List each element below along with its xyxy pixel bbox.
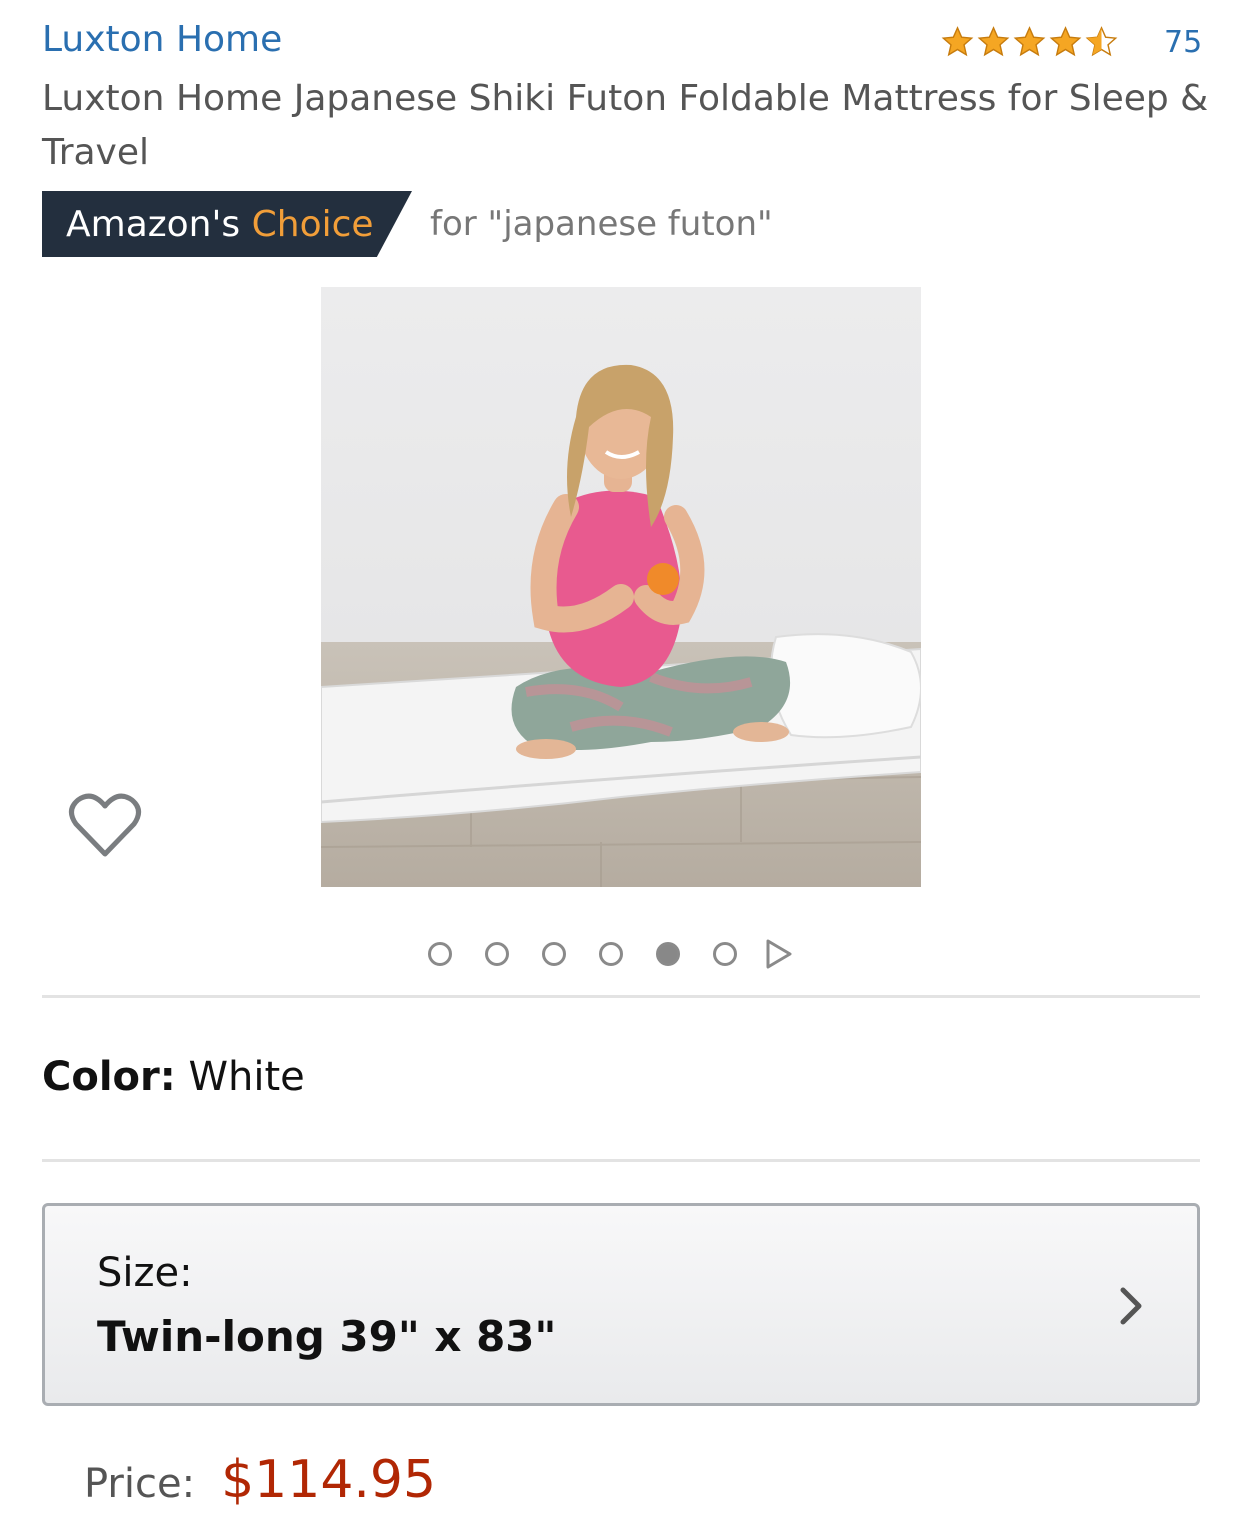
- chevron-right-icon: [1120, 1287, 1142, 1325]
- carousel-dot-active[interactable]: [656, 942, 680, 966]
- price-label: Price:: [84, 1461, 196, 1507]
- badge-context: for "japanese futon": [430, 204, 773, 244]
- badge-highlight: Choice: [251, 203, 374, 245]
- color-label: Color:: [42, 1054, 176, 1100]
- heart-outline-icon[interactable]: [68, 790, 142, 860]
- star-icon: [1049, 26, 1082, 57]
- badge-prefix: Amazon's: [66, 203, 241, 245]
- product-image[interactable]: [321, 287, 921, 887]
- carousel-dot[interactable]: [599, 942, 623, 966]
- carousel-indicator: [428, 937, 794, 971]
- size-label: Size:: [97, 1250, 193, 1296]
- product-title: Luxton Home Japanese Shiki Futon Foldabl…: [42, 78, 1209, 173]
- half-star-icon: [1085, 26, 1118, 57]
- rating-summary[interactable]: 75: [940, 20, 1202, 64]
- carousel-dot[interactable]: [485, 942, 509, 966]
- divider: [42, 1159, 1200, 1162]
- review-count[interactable]: 75: [1164, 25, 1202, 60]
- brand-link[interactable]: Luxton Home: [42, 16, 282, 64]
- color-value: White: [188, 1054, 305, 1100]
- star-icon: [941, 26, 974, 57]
- carousel-dot[interactable]: [542, 942, 566, 966]
- divider: [42, 995, 1200, 998]
- star-icon: [977, 26, 1010, 57]
- carousel-dot[interactable]: [428, 942, 452, 966]
- amazons-choice-badge: Amazon's Choice: [42, 191, 412, 257]
- star-rating: [940, 25, 1120, 59]
- size-value: Twin-long 39" x 83": [97, 1312, 557, 1361]
- star-icon: [1013, 26, 1046, 57]
- price-row: Price: $114.95: [84, 1450, 436, 1510]
- price-value: $114.95: [221, 1450, 437, 1510]
- color-selection: Color: White: [42, 1054, 305, 1100]
- play-triangle-icon[interactable]: [764, 937, 794, 971]
- carousel-dot[interactable]: [713, 942, 737, 966]
- size-selector-button[interactable]: Size: Twin-long 39" x 83": [42, 1203, 1200, 1406]
